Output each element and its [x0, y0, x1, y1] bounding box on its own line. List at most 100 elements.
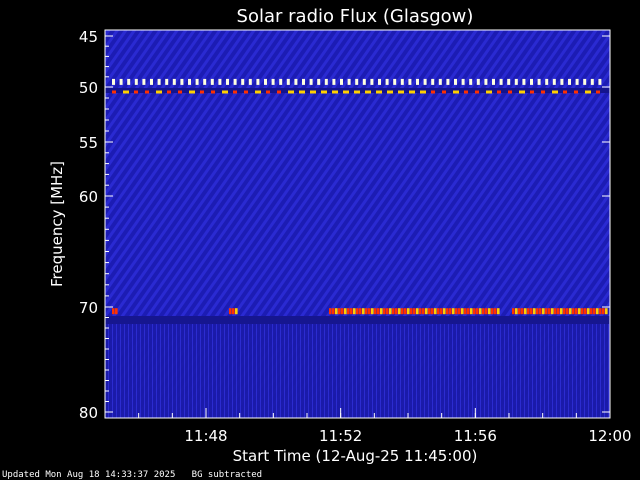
dark-band-lower: [105, 316, 610, 324]
band-segment: [454, 78, 457, 85]
band-segment: [329, 308, 332, 315]
band-segment: [145, 90, 149, 94]
band-segment: [508, 90, 512, 94]
bg-note: BG subtracted: [191, 470, 263, 480]
band-segment: [488, 308, 491, 315]
band-segment: [156, 90, 162, 94]
band-segment: [527, 308, 530, 315]
band-segment: [380, 308, 383, 315]
band-segment: [455, 308, 458, 315]
band-segment: [165, 78, 169, 85]
band-segment: [560, 308, 563, 315]
band-segment: [446, 308, 449, 315]
y-tick-label: 60: [79, 188, 98, 206]
band-segment: [491, 308, 494, 315]
band-segment: [332, 308, 335, 315]
band-segment: [461, 308, 464, 315]
band-segment: [244, 90, 248, 94]
band-segment: [497, 90, 501, 94]
band-segment: [324, 78, 328, 85]
band-segment: [476, 78, 480, 85]
y-tick-label: 45: [79, 28, 98, 46]
band-segment: [302, 78, 305, 85]
band-segment: [442, 90, 446, 94]
band-segment: [157, 78, 161, 85]
band-segment: [317, 78, 321, 85]
y-axis-label: Frequency [MHz]: [48, 161, 66, 287]
band-segment: [401, 308, 404, 315]
band-segment: [134, 90, 138, 94]
band-segment: [123, 90, 129, 94]
band-segment: [519, 90, 525, 94]
band-segment: [497, 308, 500, 315]
band-segment: [211, 90, 215, 94]
y-tick-label: 55: [79, 134, 98, 152]
band-segment: [563, 90, 567, 94]
band-segment: [172, 78, 176, 85]
band-segment: [210, 78, 214, 85]
band-segment: [581, 308, 584, 315]
band-segment: [410, 308, 413, 315]
band-segment: [127, 78, 131, 85]
band-segment: [470, 308, 473, 315]
band-segment: [271, 78, 275, 85]
band-segment: [387, 90, 393, 94]
band-segment: [142, 78, 146, 85]
band-segment: [602, 308, 605, 315]
band-segment: [552, 90, 558, 94]
band-segment: [596, 308, 599, 315]
band-segment: [541, 90, 545, 94]
footer-status: Updated Mon Aug 18 14:33:37 2025 BG subt…: [2, 470, 262, 480]
band-segment: [499, 78, 503, 85]
band-segment: [355, 78, 359, 85]
band-segment: [452, 308, 455, 315]
band-segment: [347, 308, 350, 315]
band-segment: [431, 78, 435, 85]
band-segment: [530, 90, 534, 94]
band-segment: [377, 308, 380, 315]
band-segment: [584, 308, 587, 315]
band-segment: [343, 90, 349, 94]
band-segment: [338, 308, 341, 315]
y-tick-label: 50: [79, 79, 98, 97]
band-segment: [599, 308, 602, 315]
band-segment: [428, 308, 431, 315]
band-segment: [393, 78, 397, 85]
band-segment: [353, 308, 356, 315]
band-segment: [233, 90, 237, 94]
band-segment: [286, 78, 290, 85]
band-segment: [413, 308, 416, 315]
band-segment: [484, 78, 488, 85]
band-segment: [347, 78, 351, 85]
band-segment: [578, 308, 581, 315]
band-segment: [431, 90, 435, 94]
band-segment: [492, 78, 495, 85]
chart-title: Solar radio Flux (Glasgow): [237, 6, 474, 27]
spectrogram-chart: Solar radio Flux (Glasgow) 455055607080 …: [48, 6, 632, 465]
band-segment: [395, 308, 398, 315]
band-segment: [150, 78, 153, 85]
band-segment: [299, 90, 305, 94]
band-segment: [605, 308, 608, 315]
band-segment: [354, 90, 360, 94]
band-segment: [310, 90, 316, 94]
band-segment: [587, 308, 590, 315]
x-tick-label: 11:56: [454, 427, 497, 445]
band-segment: [386, 308, 389, 315]
band-segment: [189, 90, 195, 94]
band-segment: [475, 90, 479, 94]
band-segment: [218, 78, 222, 85]
x-axis-label: Start Time (12-Aug-25 11:45:00): [233, 447, 478, 465]
band-segment: [563, 308, 566, 315]
band-segment: [385, 78, 389, 85]
band-segment: [340, 78, 343, 85]
band-segment: [359, 308, 362, 315]
band-segment: [507, 78, 511, 85]
band-segment: [416, 308, 419, 315]
band-segment: [112, 78, 115, 85]
band-segment: [545, 78, 549, 85]
band-segment: [400, 78, 404, 85]
band-segment: [362, 78, 366, 85]
band-segment: [365, 90, 371, 94]
band-segment: [419, 308, 422, 315]
